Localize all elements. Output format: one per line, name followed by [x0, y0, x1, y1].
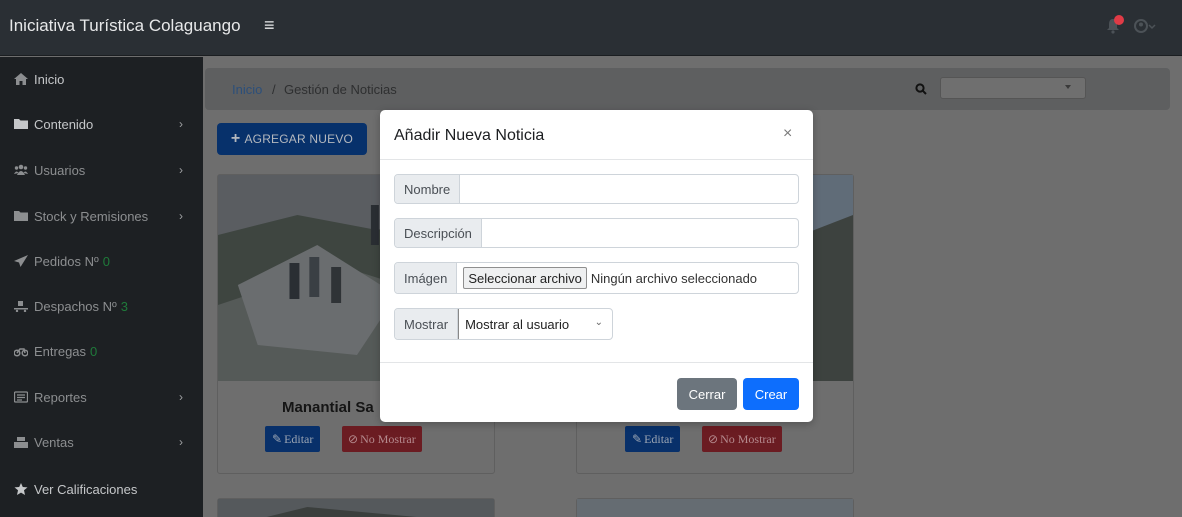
motorcycle-icon — [14, 348, 28, 357]
sidebar-item-label: Despachos Nº — [34, 298, 117, 314]
modal-footer: Cerrar Crear — [380, 362, 813, 422]
edit-button[interactable]: ✎ Editar — [625, 426, 681, 452]
descripcion-input-group: Descripción — [394, 218, 799, 248]
sidebar-item-pedidos[interactable]: Pedidos Nº 0 — [0, 241, 203, 281]
hamburger-icon[interactable]: ≡ — [264, 15, 275, 36]
despachos-count: 3 — [120, 298, 129, 314]
app-title[interactable]: Iniciativa Turística Colaguango — [9, 16, 241, 36]
report-icon — [14, 391, 28, 403]
dolly-icon — [14, 301, 28, 312]
entregas-count: 0 — [90, 343, 98, 359]
eye-slash-icon: ⊘ — [708, 431, 719, 446]
sidebar: Inicio Contenido › Usuarios › Stock y Re… — [0, 57, 203, 517]
sidebar-item-calificaciones[interactable]: Ver Calificaciones — [0, 469, 203, 509]
modal-title: Añadir Nueva Noticia — [394, 127, 545, 144]
sidebar-item-despachos[interactable]: Despachos Nº 3 — [0, 286, 203, 326]
nombre-label: Nombre — [395, 175, 461, 203]
hide-label: No Mostrar — [360, 431, 416, 446]
add-news-modal: Añadir Nueva Noticia × Nombre Descripció… — [380, 110, 813, 422]
imagen-label: Imágen — [395, 263, 458, 293]
notification-badge — [1114, 15, 1124, 25]
close-icon[interactable]: × — [783, 125, 792, 143]
sidebar-item-label: Inicio — [34, 71, 65, 87]
breadcrumb-separator: / — [272, 82, 276, 97]
sidebar-item-label: Reportes — [34, 389, 87, 405]
plus-icon: + — [230, 130, 241, 147]
mostrar-input-group: Mostrar Mostrar al usuario ⌄ — [394, 308, 613, 340]
news-card — [576, 498, 854, 517]
add-new-label: AGREGAR NUEVO — [244, 132, 354, 146]
chevron-right-icon: › — [179, 209, 183, 223]
sidebar-item-inicio[interactable]: Inicio — [0, 59, 203, 99]
breadcrumb-current: Gestión de Noticias — [284, 82, 397, 97]
chevron-right-icon: › — [179, 435, 183, 449]
search-select[interactable] — [940, 77, 1086, 99]
user-icon[interactable] — [1134, 18, 1156, 34]
cerrar-button[interactable]: Cerrar — [677, 378, 737, 410]
sidebar-item-contenido[interactable]: Contenido › — [0, 104, 203, 144]
file-status: Ningún archivo seleccionado — [590, 270, 758, 286]
sidebar-item-label: Entregas — [34, 343, 87, 359]
users-icon — [14, 164, 28, 175]
pedidos-count: 0 — [102, 253, 110, 269]
send-icon — [14, 255, 28, 267]
top-navbar: Iniciativa Turística Colaguango ≡ — [0, 0, 1182, 56]
sidebar-item-label: Contenido — [34, 116, 94, 132]
sidebar-item-usuarios[interactable]: Usuarios › — [0, 150, 203, 190]
caret-down-icon — [1065, 85, 1071, 89]
crear-button[interactable]: Crear — [743, 378, 799, 410]
sidebar-item-label: Usuarios — [34, 162, 86, 178]
news-card-title: Manantial Sa — [282, 399, 374, 416]
star-icon — [14, 483, 28, 495]
descripcion-input[interactable] — [482, 219, 798, 247]
edit-icon: ✎ — [632, 431, 643, 446]
select-file-button[interactable]: Seleccionar archivo — [463, 267, 587, 289]
eye-slash-icon: ⊘ — [348, 431, 359, 446]
cash-register-icon — [14, 437, 28, 448]
mostrar-select[interactable]: Mostrar al usuario ⌄ — [458, 309, 610, 339]
sidebar-item-stock-remisiones[interactable]: Stock y Remisiones › — [0, 196, 203, 236]
edit-label: Editar — [284, 431, 314, 446]
hide-button[interactable]: ⊘ No Mostrar — [342, 426, 422, 452]
news-photo — [577, 499, 853, 517]
descripcion-label: Descripción — [395, 219, 482, 247]
mostrar-label: Mostrar — [395, 309, 459, 339]
folder-icon — [14, 119, 28, 129]
modal-header: Añadir Nueva Noticia × — [380, 110, 813, 160]
hide-label: No Mostrar — [720, 431, 776, 446]
breadcrumb-home-link[interactable]: Inicio — [232, 82, 262, 97]
sidebar-item-ventas[interactable]: Ventas › — [0, 422, 203, 462]
edit-icon: ✎ — [272, 431, 283, 446]
sidebar-item-label: Ver Calificaciones — [34, 481, 138, 497]
hide-button[interactable]: ⊘ No Mostrar — [702, 426, 782, 452]
nombre-input[interactable] — [460, 175, 798, 203]
sidebar-item-label: Stock y Remisiones — [34, 208, 149, 224]
sidebar-item-reportes[interactable]: Reportes › — [0, 377, 203, 417]
edit-label: Editar — [644, 431, 674, 446]
sidebar-item-label: Pedidos Nº — [34, 253, 99, 269]
search-icon — [915, 83, 927, 95]
nombre-input-group: Nombre — [394, 174, 799, 204]
chevron-right-icon: › — [179, 163, 183, 177]
home-icon — [14, 73, 28, 85]
news-photo — [218, 499, 494, 517]
add-new-button[interactable]: + AGREGAR NUEVO — [217, 123, 367, 155]
mostrar-select-value: Mostrar al usuario — [465, 316, 570, 332]
imagen-input-group: Imágen Seleccionar archivo Ningún archiv… — [394, 262, 799, 294]
folder-icon — [14, 211, 28, 221]
sidebar-item-label: Ventas — [34, 434, 74, 450]
chevron-right-icon: › — [179, 117, 183, 131]
edit-button[interactable]: ✎ Editar — [265, 426, 321, 452]
chevron-right-icon: › — [179, 390, 183, 404]
sidebar-item-entregas[interactable]: Entregas 0 — [0, 331, 203, 371]
news-card — [217, 498, 495, 517]
chevron-down-icon: ⌄ — [594, 317, 604, 328]
